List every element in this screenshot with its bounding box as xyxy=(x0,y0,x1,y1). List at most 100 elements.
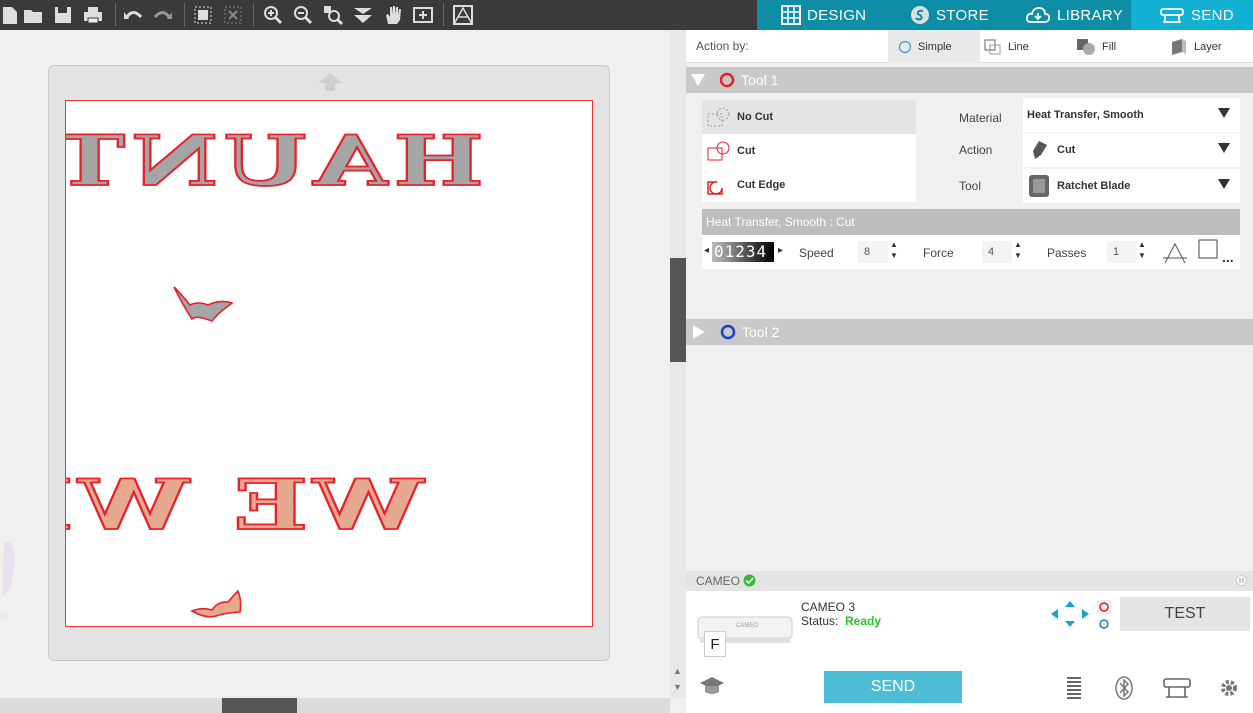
material-dropdown-icon[interactable] xyxy=(1218,108,1230,118)
ungroup-icon[interactable] xyxy=(222,4,244,26)
group-icon[interactable] xyxy=(192,4,214,26)
zoom-out-icon[interactable] xyxy=(292,4,314,26)
passes-value: 1 xyxy=(1113,246,1120,258)
gear-icon[interactable] xyxy=(1218,677,1240,699)
force-value: 4 xyxy=(988,246,995,258)
grid-icon xyxy=(781,5,801,25)
send-button[interactable]: SEND xyxy=(824,671,962,703)
vertical-scroll-thumb[interactable] xyxy=(670,258,686,362)
ratchet-blade-icon xyxy=(1029,175,1049,197)
blade-icon xyxy=(1033,141,1047,159)
cloud-download-icon xyxy=(1025,7,1051,23)
material-value: Heat Transfer, Smooth xyxy=(1027,109,1144,121)
tab-send-label: SEND xyxy=(1191,6,1234,24)
tool-dropdown-icon[interactable] xyxy=(1218,179,1230,189)
store-icon xyxy=(911,6,929,24)
material-action-subheader: Heat Transfer, Smooth : Cut xyxy=(702,209,1240,235)
material-select[interactable]: Heat Transfer, Smooth xyxy=(1023,98,1240,132)
tab-store[interactable]: STORE xyxy=(910,0,989,30)
queue-icon[interactable] xyxy=(1066,676,1082,700)
more-options-icon[interactable]: ... xyxy=(1222,250,1234,264)
svg-text:CAMEO: CAMEO xyxy=(736,623,758,629)
send-button-label: SEND xyxy=(870,678,916,695)
machine-status-label: Status: xyxy=(801,614,839,628)
machine-info: CAMEO F CAMEO 3 Status: Ready TEST SEND xyxy=(686,591,1253,713)
vertical-scrollbar[interactable]: ▲ ▼ xyxy=(670,30,686,698)
cut-options-list: No Cut Cut Cut Edge xyxy=(702,100,916,202)
open-folder-icon[interactable] xyxy=(22,4,44,26)
new-file-icon[interactable] xyxy=(0,4,22,26)
action-select[interactable]: Cut xyxy=(1023,133,1240,167)
off-page-shape xyxy=(0,538,18,628)
mirrored-text-we-will[interactable]: WE WILL xyxy=(66,464,426,547)
design-canvas[interactable]: HAUNTING WE WILL ◀ ▶ xyxy=(0,30,670,709)
passes-stepper-icon[interactable]: ▲ ▼ xyxy=(1138,239,1146,261)
add-page-icon[interactable] xyxy=(412,4,434,26)
tool-select[interactable]: Ratchet Blade xyxy=(1023,169,1240,203)
mode-layer[interactable]: Layer xyxy=(1170,30,1250,63)
tool2-color-circle-icon xyxy=(720,324,736,340)
tab-design-label: DESIGN xyxy=(807,6,867,24)
tool2-header[interactable]: Tool 2 xyxy=(686,319,1253,345)
mode-fill[interactable]: Fill xyxy=(1076,30,1166,63)
line-segment-overcut-icon[interactable] xyxy=(1162,241,1188,265)
action-label: Action xyxy=(959,143,993,157)
zoom-fit-icon[interactable] xyxy=(322,4,344,26)
zoom-in-icon[interactable] xyxy=(262,4,284,26)
machine-header-label: CAMEO xyxy=(696,574,741,588)
machine-status-value: Ready xyxy=(845,614,882,628)
force-field[interactable]: 4 xyxy=(982,241,1012,263)
redo-icon[interactable] xyxy=(152,4,174,26)
cut-option-cut-edge[interactable]: Cut Edge xyxy=(702,168,916,202)
cut-settings-row: ◂ 01234 ▸ Speed 8 ▲ ▼ Force 4 ▲ ▼ Passes 1… xyxy=(702,235,1240,269)
track-enhancing-checkbox-icon[interactable] xyxy=(1198,239,1218,259)
test-button[interactable]: TEST xyxy=(1120,597,1250,631)
horizontal-scroll-thumb[interactable] xyxy=(222,698,297,713)
cut-option-cut-label: Cut xyxy=(737,145,756,157)
tool1-header[interactable]: Tool 1 xyxy=(686,67,1253,93)
blade-right-arrow-icon[interactable]: ▸ xyxy=(778,245,783,256)
save-icon[interactable] xyxy=(52,4,74,26)
undo-icon[interactable] xyxy=(122,4,144,26)
send-panel: Action by: Simple Line Fill Layer Tool 1… xyxy=(686,30,1253,713)
speed-stepper-icon[interactable]: ▲ ▼ xyxy=(890,239,898,261)
move-arrows-icon[interactable] xyxy=(1050,600,1090,628)
print-icon[interactable] xyxy=(82,4,104,26)
cut-option-no-cut-label: No Cut xyxy=(737,111,774,123)
passes-field[interactable]: 1 xyxy=(1107,241,1137,263)
mode-line[interactable]: Line xyxy=(984,30,1074,63)
blade-depth-display[interactable]: 01234 xyxy=(712,242,774,262)
action-dropdown-icon[interactable] xyxy=(1218,143,1230,153)
force-stepper-icon[interactable]: ▲ ▼ xyxy=(1014,239,1022,261)
force-label: Force xyxy=(923,246,954,260)
pause-icon[interactable] xyxy=(1236,575,1247,586)
panels-icon[interactable] xyxy=(452,4,474,26)
test-button-label: TEST xyxy=(1164,605,1206,622)
cut-option-no-cut[interactable]: No Cut xyxy=(702,100,916,134)
tab-send[interactable]: SEND xyxy=(1131,0,1253,30)
scroll-down-icon[interactable]: ▼ xyxy=(673,682,682,692)
tool-select-indicator-icon[interactable] xyxy=(1096,599,1112,631)
expand-triangle-down-icon[interactable] xyxy=(690,73,706,87)
machine-settings-icon[interactable] xyxy=(1162,677,1192,699)
cut-option-cut[interactable]: Cut xyxy=(702,134,916,168)
horizontal-scrollbar[interactable] xyxy=(0,698,670,713)
blade-left-arrow-icon[interactable]: ◂ xyxy=(704,245,709,256)
action-value: Cut xyxy=(1057,144,1076,156)
bluetooth-icon[interactable] xyxy=(1114,675,1134,701)
mode-simple[interactable]: Simple xyxy=(888,30,980,63)
mirrored-text-haunting[interactable]: HAUNTING xyxy=(66,119,485,202)
move-down-icon[interactable] xyxy=(352,4,374,26)
speed-field[interactable]: 8 xyxy=(858,241,888,263)
tab-design[interactable]: DESIGN xyxy=(781,0,866,30)
tab-library[interactable]: LIBRARY xyxy=(1025,0,1123,30)
machine-mirror-letter: F xyxy=(710,636,720,653)
scroll-up-icon[interactable]: ▲ xyxy=(673,666,682,676)
expand-triangle-right-icon[interactable] xyxy=(692,324,706,340)
tutorial-cap-icon[interactable] xyxy=(698,675,726,697)
bat-shape-1[interactable] xyxy=(173,286,234,322)
bat-shape-2[interactable] xyxy=(190,589,242,618)
top-toolbar xyxy=(0,0,757,30)
cut-option-cut-edge-label: Cut Edge xyxy=(737,179,786,191)
pan-hand-icon[interactable] xyxy=(382,4,404,26)
